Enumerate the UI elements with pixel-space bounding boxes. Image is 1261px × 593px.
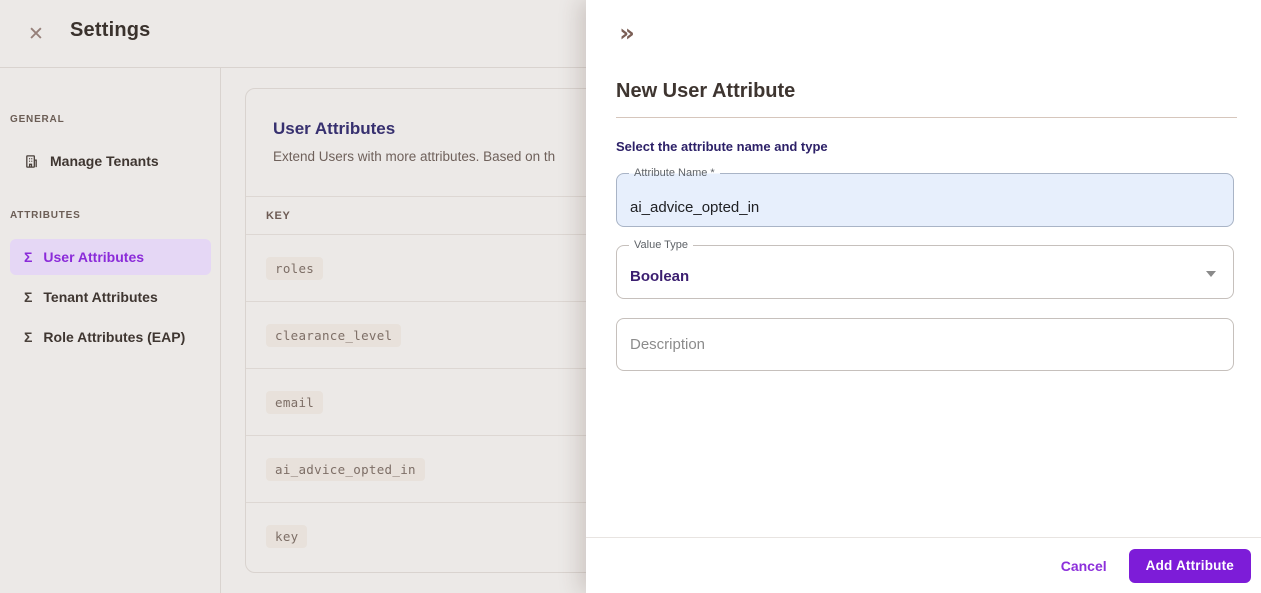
add-attribute-button[interactable]: Add Attribute — [1128, 548, 1251, 583]
close-icon[interactable]: ✕ — [22, 20, 50, 48]
attribute-name-input[interactable] — [617, 174, 1233, 226]
sidebar-item-user-attributes[interactable]: Σ User Attributes — [10, 239, 211, 275]
sigma-icon: Σ — [24, 289, 33, 305]
sidebar-section-attributes: ATTRIBUTES — [10, 210, 81, 221]
sidebar-item-label: Tenant Attributes — [43, 289, 158, 305]
drawer-instruction: Select the attribute name and type — [616, 139, 828, 154]
sidebar-item-role-attributes[interactable]: Σ Role Attributes (EAP) — [10, 319, 211, 355]
column-header-key: KEY — [266, 209, 291, 222]
value-type-value: Boolean — [630, 268, 690, 285]
collapse-drawer-icon[interactable]: » — [610, 16, 644, 50]
new-user-attribute-drawer: » New User Attribute Select the attribut… — [586, 0, 1261, 593]
attribute-name-field: Attribute Name * — [616, 166, 1234, 227]
description-field — [616, 318, 1234, 371]
sigma-icon: Σ — [24, 329, 33, 345]
value-type-label: Value Type — [629, 238, 694, 253]
sidebar-item-tenant-attributes[interactable]: Σ Tenant Attributes — [10, 279, 211, 315]
value-type-select[interactable]: Value Type Boolean — [616, 238, 1234, 299]
sidebar-item-label: Manage Tenants — [50, 153, 159, 169]
sidebar: GENERAL Manage Tenants ATTRIBUTES Σ User… — [0, 68, 221, 593]
key-chip: clearance_level — [266, 323, 402, 347]
sidebar-item-label: User Attributes — [43, 249, 145, 265]
key-chip: email — [266, 390, 324, 414]
drawer-title: New User Attribute — [616, 80, 796, 102]
sigma-icon: Σ — [24, 249, 33, 265]
sidebar-item-manage-tenants[interactable]: Manage Tenants — [10, 143, 211, 179]
page-title: Settings — [70, 19, 151, 41]
key-chip: roles — [266, 256, 324, 280]
settings-page: ✕ Settings GENERAL Manage Tenants ATTRIB… — [0, 0, 1261, 593]
sidebar-section-general: GENERAL — [10, 114, 65, 125]
building-icon — [24, 154, 39, 169]
drawer-divider — [616, 117, 1237, 118]
key-chip: ai_advice_opted_in — [266, 457, 425, 481]
description-input[interactable] — [617, 319, 1233, 370]
drawer-footer: Cancel Add Attribute — [586, 537, 1261, 593]
chevron-down-icon — [1206, 271, 1216, 277]
card-title: User Attributes — [273, 119, 396, 138]
cancel-button[interactable]: Cancel — [1061, 558, 1107, 574]
sidebar-item-label: Role Attributes (EAP) — [43, 329, 186, 345]
attribute-name-label: Attribute Name * — [629, 166, 720, 181]
key-chip: key — [266, 525, 308, 548]
